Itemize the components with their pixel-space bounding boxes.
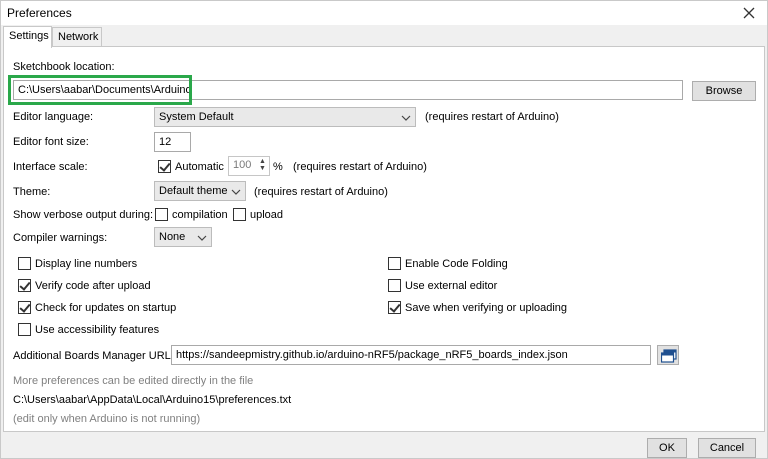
theme-label: Theme:: [13, 186, 51, 198]
save-when-verifying-label: Save when verifying or uploading: [405, 302, 568, 314]
verify-code-label: Verify code after upload: [35, 280, 151, 292]
accessibility-checkbox[interactable]: [18, 323, 31, 336]
compilation-label: compilation: [172, 209, 228, 221]
cancel-button[interactable]: Cancel: [698, 438, 756, 458]
editor-language-note: (requires restart of Arduino): [425, 111, 559, 123]
sketchbook-highlight-box: [8, 75, 192, 105]
boards-url-input[interactable]: https://sandeepmistry.github.io/arduino-…: [171, 345, 651, 365]
edit-urls-button[interactable]: [657, 345, 679, 365]
external-editor-label: Use external editor: [405, 280, 498, 292]
check-updates-label: Check for updates on startup: [35, 302, 177, 314]
ok-button[interactable]: OK: [647, 438, 687, 458]
preferences-window: Preferences Settings Network Sketchbook …: [0, 0, 768, 459]
interface-scale-label: Interface scale:: [13, 161, 88, 173]
automatic-label: Automatic: [175, 161, 224, 173]
font-size-label: Editor font size:: [13, 136, 89, 148]
display-line-numbers-checkbox[interactable]: [18, 257, 31, 270]
close-icon: [739, 3, 759, 23]
interface-scale-note: (requires restart of Arduino): [293, 161, 427, 173]
spinner-arrows-icon[interactable]: ▲ ▼: [259, 158, 267, 172]
edit-note: (edit only when Arduino is not running): [13, 413, 201, 425]
verify-code-checkbox[interactable]: [18, 279, 31, 292]
chevron-down-icon: [197, 233, 207, 241]
scale-spinner[interactable]: 100 ▲ ▼: [228, 156, 270, 176]
editor-language-dropdown[interactable]: System Default: [154, 107, 416, 127]
upload-label: upload: [250, 209, 284, 221]
code-folding-checkbox[interactable]: [388, 257, 401, 270]
more-prefs-note: More preferences can be edited directly …: [13, 375, 254, 387]
settings-panel: Sketchbook location: C:\Users\aabar\Docu…: [3, 46, 765, 432]
editor-language-value: System Default: [159, 111, 234, 123]
theme-dropdown[interactable]: Default theme: [154, 181, 246, 201]
external-editor-checkbox[interactable]: [388, 279, 401, 292]
scale-value: 100: [233, 159, 252, 171]
display-line-numbers-label: Display line numbers: [35, 258, 138, 270]
theme-note: (requires restart of Arduino): [254, 186, 388, 198]
sketchbook-label: Sketchbook location:: [13, 61, 115, 73]
verbose-label: Show verbose output during:: [13, 209, 154, 221]
upload-checkbox[interactable]: [233, 208, 246, 221]
boards-url-label: Additional Boards Manager URLs:: [13, 350, 180, 362]
browse-button[interactable]: Browse: [692, 81, 756, 101]
close-button[interactable]: [739, 3, 759, 23]
automatic-checkbox[interactable]: [158, 160, 171, 173]
editor-language-label: Editor language:: [13, 111, 94, 123]
accessibility-label: Use accessibility features: [35, 324, 160, 336]
percent-label: %: [273, 161, 283, 173]
chevron-down-icon: [401, 113, 411, 121]
compiler-warnings-value: None: [159, 231, 186, 243]
tab-settings[interactable]: Settings: [3, 26, 52, 48]
tab-network[interactable]: Network: [52, 27, 102, 47]
check-updates-checkbox[interactable]: [18, 301, 31, 314]
compiler-warnings-label: Compiler warnings:: [13, 232, 108, 244]
chevron-down-icon: [231, 187, 241, 195]
window-title: Preferences: [7, 6, 72, 20]
compilation-checkbox[interactable]: [155, 208, 168, 221]
save-when-verifying-checkbox[interactable]: [388, 301, 401, 314]
theme-value: Default theme: [159, 185, 228, 197]
prefs-file-path: C:\Users\aabar\AppData\Local\Arduino15\p…: [13, 394, 292, 406]
code-folding-label: Enable Code Folding: [405, 258, 508, 270]
font-size-input[interactable]: 12: [154, 132, 191, 152]
title-bar: Preferences: [1, 1, 767, 25]
compiler-warnings-dropdown[interactable]: None: [154, 227, 212, 247]
